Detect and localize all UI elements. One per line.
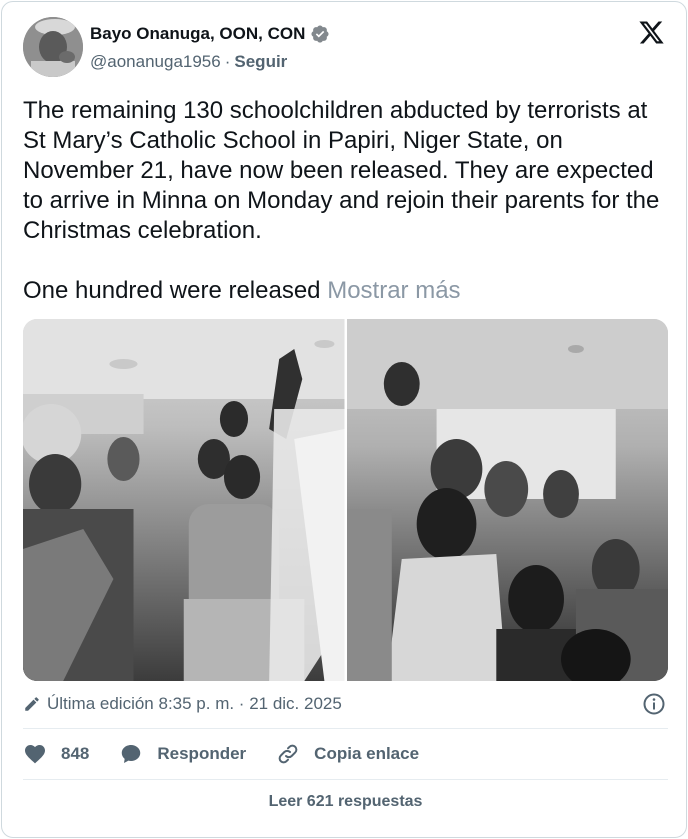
verified-badge-icon xyxy=(311,25,329,43)
edit-info: Última edición 8:35 p. m. · 21 dic. 2025 xyxy=(23,694,342,714)
author-name-row: Bayo Onanuga, OON, CON xyxy=(90,24,330,44)
tweet-text-second-paragraph: One hundred were released Mostrar más xyxy=(23,276,461,306)
tweet-text: The remaining 130 schoolchildren abducte… xyxy=(23,97,667,244)
separator-dot: · xyxy=(224,52,231,71)
info-icon[interactable] xyxy=(642,692,666,716)
follow-button[interactable]: Seguir xyxy=(234,52,287,72)
pencil-icon xyxy=(25,697,39,711)
author-avatar[interactable] xyxy=(23,17,83,77)
divider xyxy=(23,728,668,729)
reply-button[interactable]: Responder xyxy=(119,742,246,766)
media-grid xyxy=(23,319,668,681)
speech-bubble-icon xyxy=(122,745,141,763)
divider xyxy=(23,779,668,780)
read-replies-label: Leer 621 respuestas xyxy=(268,793,423,810)
action-bar: 848 Responder Copia enlace xyxy=(23,742,449,766)
tweet-text-truncated: One hundred were released xyxy=(23,277,321,304)
reply-label: Responder xyxy=(157,744,247,763)
photo-left[interactable] xyxy=(23,319,345,681)
photo-right[interactable] xyxy=(346,319,668,681)
edited-timestamp[interactable]: Última edición 8:35 p. m. · 21 dic. 2025 xyxy=(47,694,342,714)
copy-link-button[interactable]: Copia enlace xyxy=(276,742,419,766)
x-logo-icon[interactable] xyxy=(638,19,665,46)
show-more-link[interactable]: Mostrar más xyxy=(327,277,460,304)
heart-icon xyxy=(25,745,45,764)
author-name[interactable]: Bayo Onanuga, OON, CON xyxy=(90,24,305,44)
read-replies-button[interactable]: Leer 621 respuestas xyxy=(23,784,668,820)
like-count: 848 xyxy=(61,744,90,763)
copy-link-label: Copia enlace xyxy=(314,744,420,763)
author-handle-row: @aonanuga1956 · Seguir xyxy=(90,52,287,72)
author-handle[interactable]: @aonanuga1956 xyxy=(90,52,221,72)
link-icon xyxy=(278,744,298,764)
tweet-card: Bayo Onanuga, OON, CON @aonanuga1956 · S… xyxy=(1,1,687,838)
like-button[interactable]: 848 xyxy=(23,742,89,766)
